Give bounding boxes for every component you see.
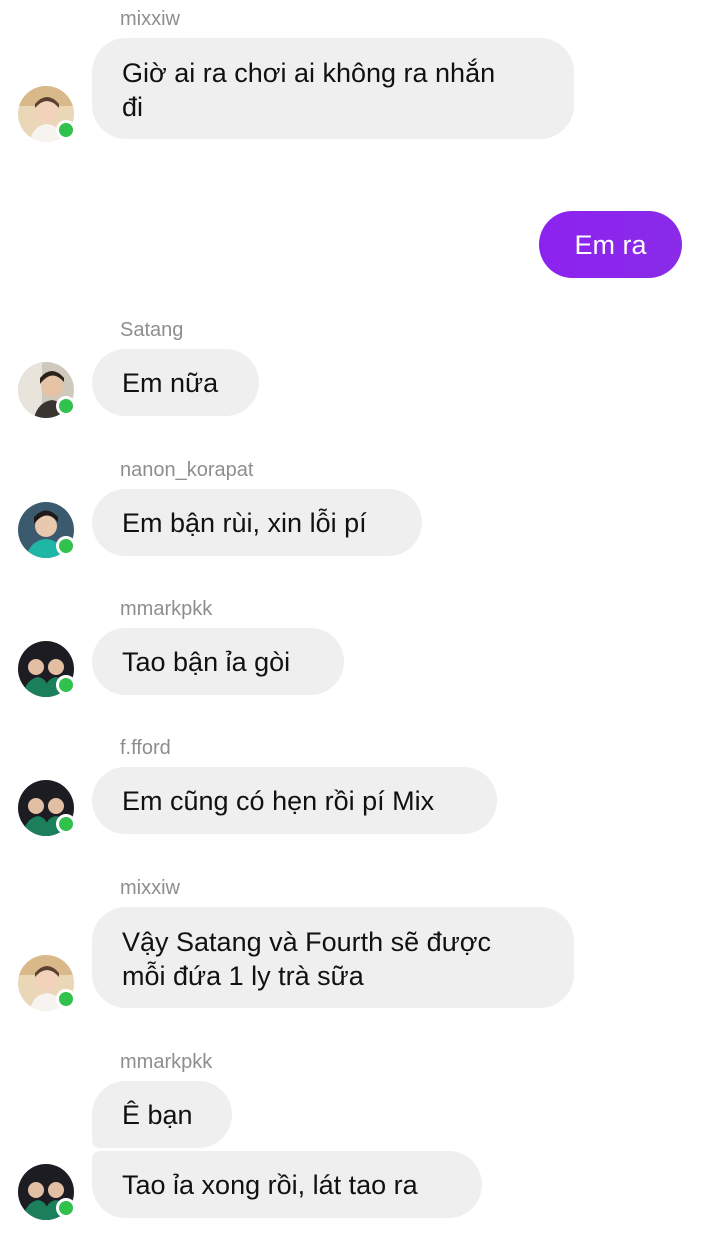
message-text: Em nữa	[122, 367, 219, 398]
message-bubble[interactable]: Em nữa	[92, 349, 259, 416]
avatar-mmarkpkk[interactable]	[18, 1164, 76, 1220]
message-bubble[interactable]: Tao ỉa xong rồi, lát tao ra	[92, 1151, 482, 1218]
online-status-dot	[56, 1198, 76, 1218]
message-bubble[interactable]: Vậy Satang và Fourth sẽ được mỗi đứa 1 l…	[92, 907, 574, 1008]
message-text: Em cũng có hẹn rồi pí Mix	[122, 785, 435, 816]
avatar-f-fford[interactable]	[18, 780, 76, 836]
avatar-mmarkpkk[interactable]	[18, 641, 76, 697]
message-text-line: mỗi đứa 1 ly trà sữa	[122, 961, 364, 991]
message-text: Tao bận ỉa gòi	[122, 646, 291, 677]
avatar-mixxiw[interactable]	[18, 955, 76, 1011]
sender-name: mmarkpkk	[120, 598, 213, 620]
message-text-line: đi	[122, 92, 144, 122]
message-bubble[interactable]: Em bận rùi, xin lỗi pí	[92, 489, 422, 556]
online-status-dot	[56, 675, 76, 695]
chat-thread[interactable]: mixxiw Giờ ai ra chơi ai không ra nhắn đ…	[0, 0, 706, 1240]
sender-name: f.fford	[120, 737, 171, 759]
message-text: Em bận rùi, xin lỗi pí	[122, 507, 367, 538]
message-text-line: Vậy Satang và Fourth sẽ được	[122, 927, 491, 957]
sender-name: Satang	[120, 319, 184, 341]
own-message-bubble[interactable]: Em ra	[539, 211, 682, 278]
online-status-dot	[56, 536, 76, 556]
message-bubble[interactable]: Ê bạn	[92, 1081, 232, 1148]
online-status-dot	[56, 120, 76, 140]
message-bubble[interactable]: Tao bận ỉa gòi	[92, 628, 344, 695]
avatar-satang[interactable]	[18, 362, 76, 418]
message-text: Ê bạn	[122, 1099, 193, 1130]
sender-name: nanon_korapat	[120, 459, 254, 481]
avatar-mixxiw[interactable]	[18, 86, 76, 142]
online-status-dot	[56, 814, 76, 834]
message-text-line: Giờ ai ra chơi ai không ra nhắn	[122, 58, 496, 88]
sender-name: mmarkpkk	[120, 1051, 213, 1073]
message-text: Em ra	[574, 229, 647, 260]
message-text: Tao ỉa xong rồi, lát tao ra	[122, 1169, 418, 1200]
message-bubble[interactable]: Em cũng có hẹn rồi pí Mix	[92, 767, 497, 834]
message-bubble[interactable]: Giờ ai ra chơi ai không ra nhắn đi	[92, 38, 574, 139]
online-status-dot	[56, 989, 76, 1009]
online-status-dot	[56, 396, 76, 416]
sender-name: mixxiw	[120, 877, 180, 899]
avatar-nanon-korapat[interactable]	[18, 502, 76, 558]
sender-name: mixxiw	[120, 8, 180, 30]
